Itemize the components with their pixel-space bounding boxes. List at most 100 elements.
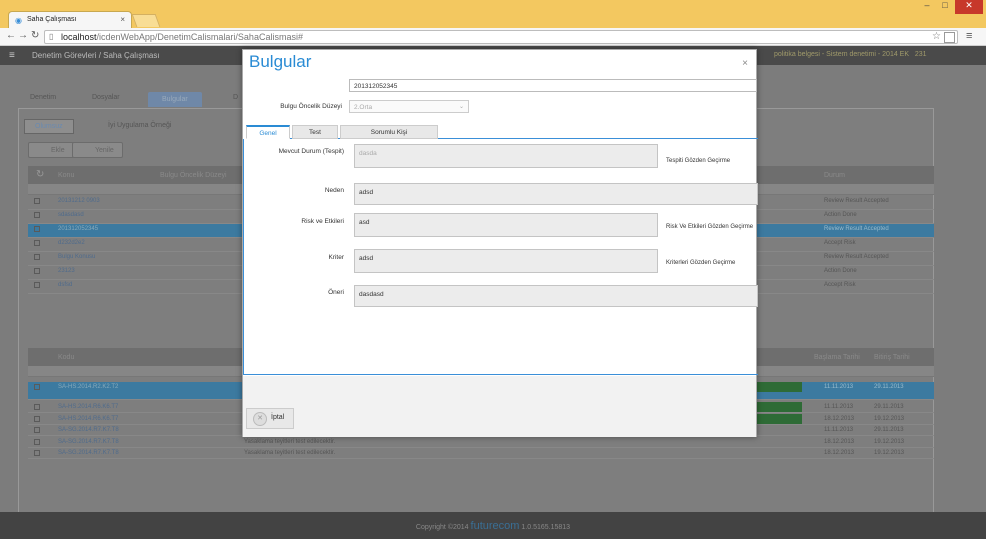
cell-durum: Accept Risk [824,282,856,288]
row-checkbox[interactable] [34,268,40,274]
risk-review-link[interactable]: Risk Ve Etkileri Gözden Geçirme [666,224,753,230]
tab-genel[interactable]: Genel [246,125,290,139]
cell-bitis: 29.11.2013 [874,404,904,410]
cell-durum: Accept Risk [824,240,856,246]
kriter-field[interactable]: adsd [354,249,658,273]
url-path: /icdenWebApp/DenetimCalismalari/SahaCali… [96,32,303,42]
row-checkbox[interactable] [34,384,40,390]
cell-baslama: 11.11.2013 [824,384,854,390]
col-baslama[interactable]: Başlama Tarihi [814,354,860,361]
close-window-button[interactable]: ✕ [955,0,983,14]
konu-field[interactable]: 201312052345 [349,79,757,92]
row-checkbox[interactable] [34,254,40,260]
row-checkbox[interactable] [34,212,40,218]
cell-durum: Review Result Accepted [824,226,889,232]
minimize-button[interactable]: – [918,0,936,14]
tab-dosyalar[interactable]: Dosyalar [92,94,120,101]
row-checkbox[interactable] [34,450,40,456]
copyright-text: Copyright ©2014 [415,524,469,531]
maximize-button[interactable]: □ [936,0,954,14]
oneri-field[interactable]: dasdasd [354,285,758,307]
mevcut-review-link[interactable]: Tespiti Gözden Geçirme [666,158,730,164]
cell-baslama: 11.11.2013 [824,427,854,433]
close-icon[interactable]: × [742,58,748,69]
subtab-iyi-uygulama[interactable]: İyi Uygulama Örneği [98,119,181,132]
tab-bulgular[interactable]: Bulgular [148,92,202,107]
cell-konu: dsfsd [58,282,73,288]
row-checkbox[interactable] [34,198,40,204]
browser-toolbar: ← → ↻ ▯ localhost/icdenWebApp/DenetimCal… [0,28,986,46]
neden-field[interactable]: adsd [354,183,758,205]
cell-konu: 201312052345 [58,226,99,232]
cell-konu: sdasdasd [58,212,84,218]
kriter-review-link[interactable]: Kriterleri Gözden Geçirme [666,260,735,266]
browser-tab[interactable]: ◉ Saha Çalışması × [8,11,132,28]
cell-baslama: 18.12.2013 [824,438,855,445]
subtab-olumsuz[interactable]: Olumsuz [24,119,74,134]
row-checkbox[interactable] [34,226,40,232]
tab-sorumlu-kisi[interactable]: Sorumlu Kişi [340,125,438,139]
cell-durum: Action Done [824,268,857,274]
row-checkbox[interactable] [34,282,40,288]
neden-label: Neden [324,187,344,194]
tab-test[interactable]: Test [292,125,338,139]
risk-field[interactable]: asd [354,213,658,237]
bookmark-star-icon[interactable]: ☆ [932,31,941,42]
cell-durum: Review Result Accepted [824,254,889,260]
reload-icon[interactable]: ↻ [31,30,39,41]
audit-title-suffix: 231 [914,51,927,58]
cell-konu: Bulgu Konusu [58,254,96,260]
oncelik-label: Bulgu Öncelik Düzeyi [280,103,342,110]
col-konu[interactable]: Konu [58,172,74,179]
row-checkbox[interactable] [34,404,40,410]
cell-kodu: SA-SG.2014.R7.K7.T8 [58,427,119,433]
tab-title: Saha Çalışması [27,16,77,23]
kriter-label: Kriter [328,254,344,261]
table-row[interactable]: SA-SG.2014.R7.K7.T8 Yasaklama teyitleri t… [28,448,934,459]
cancel-button[interactable]: ✕ İptal [246,408,294,429]
cell-konu: d232d2e2 [58,240,85,246]
row-checkbox[interactable] [34,427,40,433]
row-checkbox[interactable] [34,438,40,445]
col-bitis[interactable]: Bitiriş Tarihi [874,354,910,361]
browser-titlebar: ◉ Saha Çalışması × – □ ✕ [0,0,986,28]
oncelik-select[interactable]: 2.Orta ⌄ [349,100,469,113]
row-checkbox[interactable] [34,415,40,422]
cell-aciklama: Yasaklama teyitleri test edilecektir. [244,450,336,456]
extension-icon[interactable] [944,32,955,43]
url-host: localhost [61,32,97,42]
tab-denetim[interactable]: Denetim [30,94,56,101]
chevron-down-icon: ⌄ [458,104,464,110]
tab-close-icon[interactable]: × [120,15,125,24]
refresh-grid-icon[interactable]: ↻ [36,169,44,180]
refresh-button[interactable]: Yenile [72,142,123,158]
add-button[interactable]: Ekle [28,142,74,158]
cancel-icon: ✕ [253,412,267,426]
col-kodu[interactable]: Kodu [58,354,74,361]
col-durum[interactable]: Durum [824,172,845,179]
favicon-icon: ◉ [15,16,22,25]
breadcrumb: Denetim Görevleri / Saha Çalışması [32,51,160,60]
genel-tab-panel: Mevcut Durum (Tespit) dasda Tespiti Gözd… [243,139,758,375]
tab-d[interactable]: D [233,94,238,101]
bulgular-dialog: Bulgular × Konu 201312052345 Bulgu Öncel… [242,49,758,437]
table-row[interactable]: SA-SG.2014.R7.K7.T8 Yasaklama teyitleri t… [28,437,934,448]
cancel-label: İptal [271,414,285,421]
risk-label: Risk ve Etkileri [301,218,344,225]
dialog-tabs: Genel Test Sorumlu Kişi [246,123,758,139]
back-arrow-icon[interactable]: ← [6,30,16,41]
col-oncelik[interactable]: Bulgu Öncelik Düzeyi [160,172,227,179]
browser-menu-icon[interactable]: ≡ [966,30,972,42]
row-checkbox[interactable] [34,240,40,246]
copyright: Copyright ©2014 futurecom 1.0.5165.15813 [0,520,986,532]
cell-durum: Action Done [824,212,857,218]
cell-kodu: SA-HS.2014.R6.K6.T7 [58,404,119,410]
hamburger-icon[interactable]: ≡ [9,50,15,61]
new-tab-button[interactable] [131,14,161,27]
mevcut-field[interactable]: dasda [354,144,658,168]
address-bar[interactable]: ▯ localhost/icdenWebApp/DenetimCalismala… [44,30,958,44]
cell-bitis: 29.11.2013 [874,384,904,390]
forward-arrow-icon[interactable]: → [18,30,28,41]
cell-kodu: SA-HS.2014.R2.K2.T2 [58,384,119,390]
cell-bitis: 29.11.2013 [874,427,904,433]
